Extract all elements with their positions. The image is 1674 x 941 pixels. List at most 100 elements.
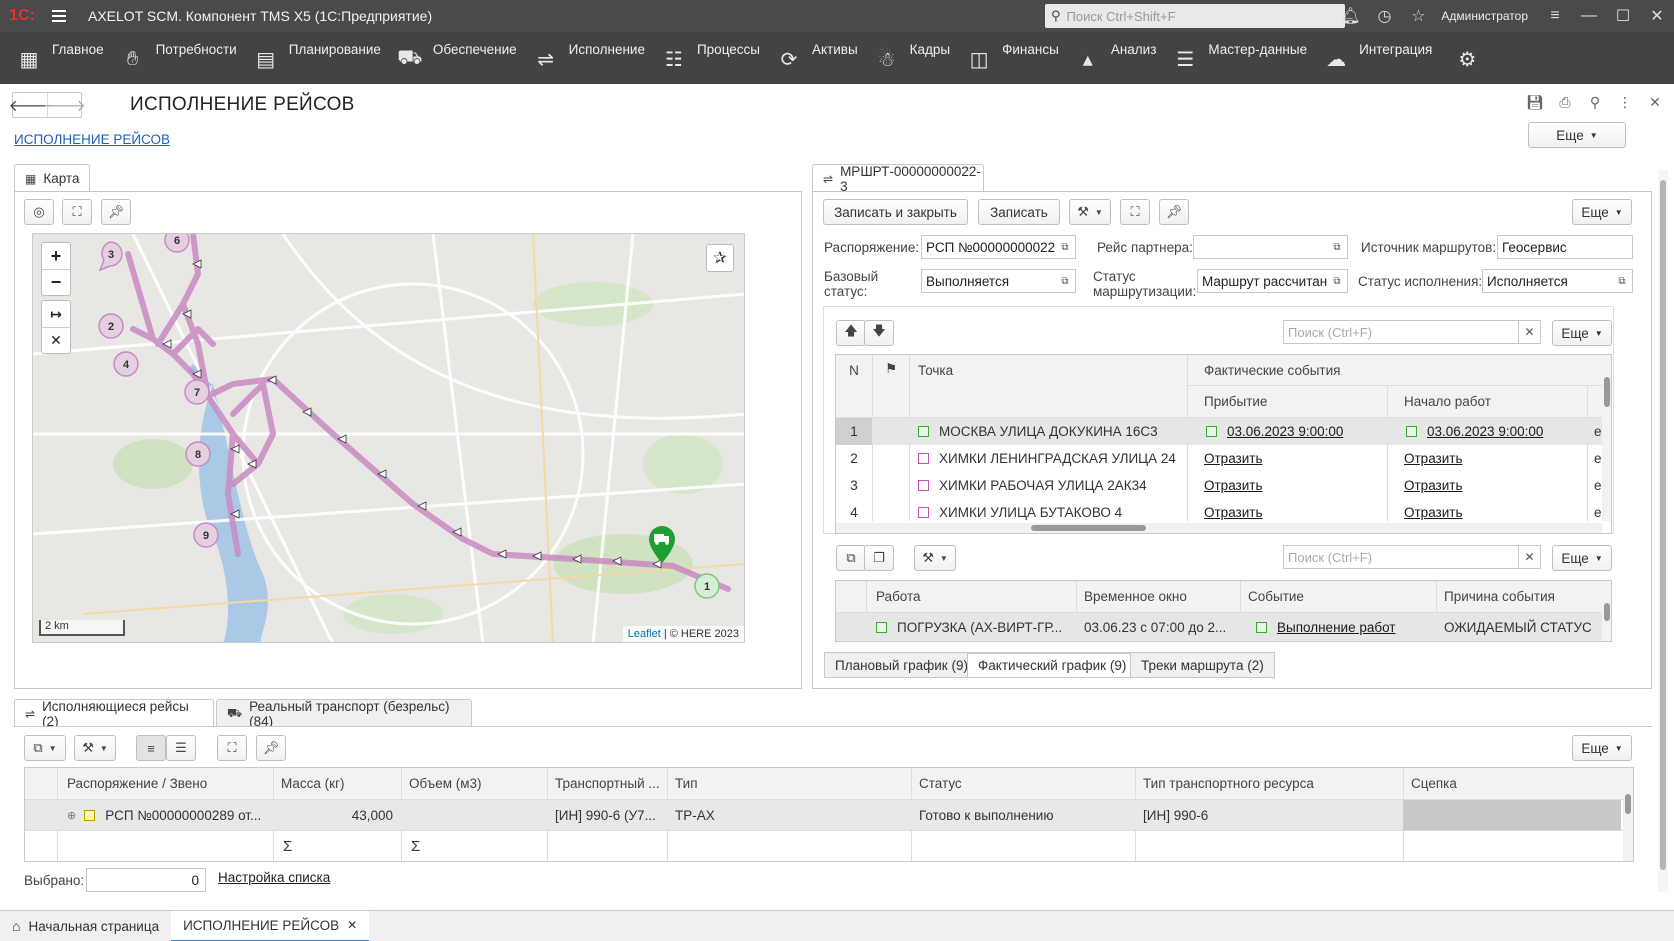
col-coupling[interactable]: Сцепка	[1411, 768, 1611, 799]
tab-route[interactable]: ⇌ МРШРТ-00000000022-3	[812, 164, 984, 194]
tools-trips-icon[interactable]: ⚒ ▼	[74, 735, 116, 761]
selected-count-field[interactable]: 0	[86, 868, 206, 892]
col-events[interactable]: Фактические события	[1196, 355, 1606, 385]
arrival-value[interactable]: Отразить	[1204, 472, 1384, 499]
measure-icon[interactable]: ↦	[42, 301, 70, 327]
zoom-out-button[interactable]: −	[42, 269, 70, 295]
list-settings-link[interactable]: Настройка списка	[218, 870, 330, 885]
col-volume[interactable]: Объем (м3)	[409, 768, 549, 799]
locate-icon[interactable]: ◎	[24, 199, 54, 225]
tab-real-transport[interactable]: ⛟ Реальный транспорт (безрельс) (84)	[216, 699, 472, 729]
create-dropdown-icon[interactable]: ⧉ ▼	[24, 735, 66, 761]
map-marker-6[interactable]: 6	[164, 234, 190, 253]
col-reason[interactable]: Причина события	[1444, 581, 1604, 612]
routing-status-field[interactable]: Маршрут рассчитан ⧉	[1197, 269, 1348, 293]
works-search-input[interactable]: Поиск (Ctrl+F) ✕	[1283, 545, 1541, 569]
save-icon[interactable]: 💾︎	[1526, 94, 1544, 111]
map-marker-3[interactable]: 3	[98, 241, 123, 272]
settings-lines-icon[interactable]: ≡	[1538, 7, 1572, 25]
col-window[interactable]: Временное окно	[1084, 581, 1244, 612]
col-status[interactable]: Статус	[919, 768, 1119, 799]
tree-view-icon[interactable]: ≡	[136, 735, 166, 761]
lasso-icon[interactable]: ✰	[706, 244, 734, 272]
maximize-icon[interactable]: ☐	[1606, 6, 1640, 26]
exec-status-field[interactable]: Исполняется ⧉	[1482, 269, 1633, 293]
more-vert-icon[interactable]: ⋮	[1616, 94, 1634, 111]
copy-work-icon[interactable]: ⧉	[836, 545, 866, 571]
base-status-field[interactable]: Выполняется ⧉	[921, 269, 1076, 293]
save-close-button[interactable]: Записать и закрыть	[823, 199, 968, 225]
global-search-input[interactable]: ⚲ Поиск Ctrl+Shift+F	[1045, 4, 1345, 28]
tab-home[interactable]: ⌂ Начальная страница	[0, 911, 171, 941]
menu-item-4[interactable]: ⇌ Исполнение	[517, 32, 645, 84]
pin-icon[interactable]: 📌︎	[101, 199, 131, 225]
pin-route-icon[interactable]: 📌︎	[1159, 199, 1189, 225]
back-arrow-icon[interactable]: 🡐	[9, 93, 52, 117]
tab-map[interactable]: ▦ Карта	[14, 164, 90, 192]
fit-bounds-icon[interactable]: ⛶	[62, 199, 92, 225]
arrival-value[interactable]: Отразить	[1204, 445, 1384, 472]
menu-item-2[interactable]: ▤ Планирование	[237, 32, 381, 84]
form-more-button[interactable]: Еще ▼	[1528, 122, 1626, 148]
pin-trips-icon[interactable]: 📌︎	[256, 735, 286, 761]
tab-planned-schedule[interactable]: Плановый график (9)	[824, 652, 979, 678]
pin-flag-icon[interactable]: ⚑	[873, 355, 909, 417]
hamburger-icon[interactable]	[44, 10, 74, 22]
col-point[interactable]: Точка	[918, 355, 1168, 417]
work-event[interactable]: Выполнение работ	[1256, 613, 1436, 641]
fit-icon[interactable]: ⛶	[1120, 199, 1150, 225]
tools-works-icon[interactable]: ⚒ ▼	[914, 545, 956, 571]
col-n[interactable]: N	[836, 355, 872, 417]
map-marker-4[interactable]: 4	[113, 351, 139, 377]
close-window-icon[interactable]: ✕	[1640, 6, 1674, 26]
menu-item-10[interactable]: ☰ Мастер-данные	[1156, 32, 1307, 84]
trips-more-button[interactable]: Еще ▼	[1572, 735, 1632, 761]
route-more-button[interactable]: Еще ▼	[1572, 199, 1632, 225]
work-start-value[interactable]: Отразить	[1404, 472, 1584, 499]
menu-item-11[interactable]: ☁ Интеграция	[1307, 32, 1432, 84]
works-more-button[interactable]: Еще ▼	[1552, 545, 1612, 571]
col-event[interactable]: Событие	[1248, 581, 1418, 612]
preview-icon[interactable]: ⚲	[1586, 94, 1604, 111]
tab-route-tracks[interactable]: Треки маршрута (2)	[1130, 652, 1275, 678]
menu-item-6[interactable]: ⟳ Активы	[760, 32, 858, 84]
map-marker-8[interactable]: 8	[185, 441, 211, 467]
col-work[interactable]: Работа	[876, 581, 1076, 612]
menu-settings-icon[interactable]: ⚙	[1432, 32, 1490, 84]
fit-trips-icon[interactable]: ⛶	[217, 735, 247, 761]
work-start-value[interactable]: Отразить	[1404, 499, 1584, 526]
col-work-start[interactable]: Начало работ	[1396, 386, 1596, 417]
move-down-icon[interactable]: 🡇	[864, 320, 894, 346]
route-source-field[interactable]: Геосервис	[1497, 235, 1633, 259]
tab-executing-trips[interactable]: ⇌ Исполняющиеся рейсы (2)	[14, 699, 214, 729]
menu-item-3[interactable]: ⛟ Обеспечение	[381, 32, 516, 84]
forward-arrow-icon[interactable]: 🡒	[43, 93, 86, 117]
tab-actual-schedule[interactable]: Фактический график (9)	[967, 652, 1138, 678]
map-marker-1[interactable]: 1	[694, 573, 720, 599]
trip-order[interactable]: ⊕ РСП №00000000289 от...	[67, 800, 273, 830]
work-start-value[interactable]: 03.06.2023 9:00:00	[1406, 418, 1586, 445]
route-map[interactable]: 3 6 2 4 7 8 9 1 + − ↦ ✕ ✰ 2 km Leaflet |…	[32, 233, 745, 643]
arrival-value[interactable]: 03.06.2023 9:00:00	[1206, 418, 1386, 445]
work-start-value[interactable]: Отразить	[1404, 445, 1584, 472]
col-transport[interactable]: Транспортный ...	[555, 768, 665, 799]
menu-item-0[interactable]: ▦ Главное	[0, 32, 104, 84]
zoom-in-button[interactable]: +	[42, 243, 70, 269]
col-mass[interactable]: Масса (кг)	[281, 768, 401, 799]
list-view-icon[interactable]: ☰	[166, 735, 196, 761]
menu-item-8[interactable]: ◫ Финансы	[950, 32, 1059, 84]
map-marker-9[interactable]: 9	[193, 522, 219, 548]
duplicate-icon[interactable]: ❐	[864, 545, 894, 571]
col-resource-type[interactable]: Тип транспортного ресурса	[1143, 768, 1383, 799]
map-marker-2[interactable]: 2	[98, 313, 124, 339]
map-marker-7[interactable]: 7	[184, 379, 210, 405]
history-icon[interactable]: ◷	[1367, 6, 1401, 26]
print-icon[interactable]: ⎙	[1556, 94, 1574, 111]
breadcrumb[interactable]: ИСПОЛНЕНИЕ РЕЙСОВ	[14, 132, 170, 147]
col-order[interactable]: Распоряжение / Звено	[67, 768, 287, 799]
points-search-input[interactable]: Поиск (Ctrl+F) ✕	[1283, 320, 1541, 344]
save-button[interactable]: Записать	[978, 199, 1060, 225]
menu-item-7[interactable]: ☃ Кадры	[858, 32, 950, 84]
tools-dropdown-icon[interactable]: ⚒ ▼	[1069, 199, 1111, 225]
move-up-icon[interactable]: 🡅	[836, 320, 866, 346]
